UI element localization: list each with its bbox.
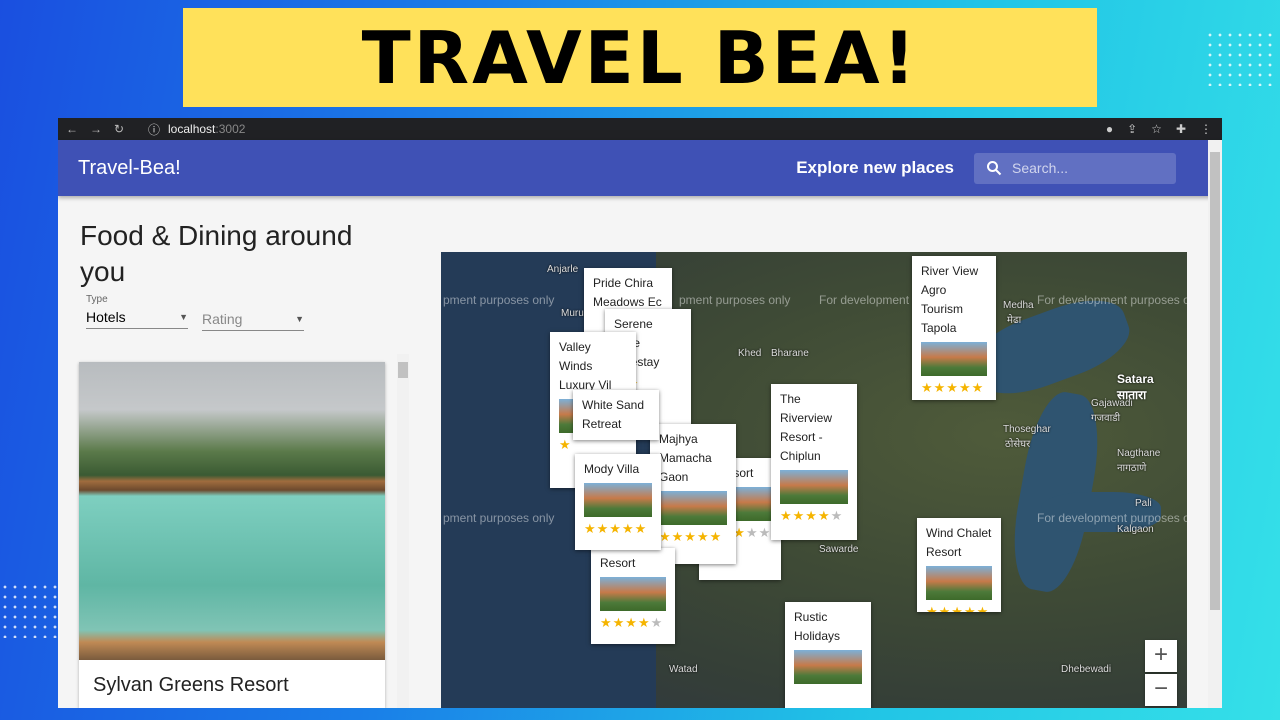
map-label: Satara — [1117, 372, 1154, 386]
map-label: Anjarle — [547, 264, 579, 275]
banner-title: TRAVEL BEA! — [361, 15, 919, 100]
decor-dots-top-right — [1205, 30, 1275, 86]
place-photo — [79, 362, 385, 660]
search-icon — [987, 161, 1002, 176]
place-marker-name: Rustic Holidays — [794, 610, 841, 643]
place-marker-name: Majhya Mamacha Gaon — [659, 432, 712, 484]
reload-icon[interactable]: ↻ — [114, 122, 124, 136]
rating-stars: ★★★★★ — [659, 529, 723, 544]
forward-icon[interactable]: → — [90, 122, 102, 136]
rating-stars: ★★★★★ — [584, 521, 648, 536]
place-marker-name: White Sand Retreat — [582, 398, 645, 431]
map-label: ठोसेघर — [1005, 439, 1031, 450]
map-watermark: pment purposes only — [443, 293, 555, 307]
map-label: Watad — [669, 664, 698, 675]
zoom-out-button[interactable]: − — [1145, 674, 1177, 706]
place-marker[interactable]: Wind Chalet Resort ★★★★★ — [917, 518, 1001, 612]
extensions-icon[interactable]: ✚ — [1176, 122, 1186, 136]
explore-heading: Explore new places — [796, 158, 954, 177]
place-marker[interactable]: The Riverview Resort - Chiplun ★★★★★ — [771, 384, 857, 540]
place-photo — [794, 650, 862, 684]
type-select[interactable]: Type Hotels ▼ — [86, 294, 188, 329]
place-marker-name: The Riverview Resort - Chiplun — [780, 392, 833, 463]
type-value: Hotels — [86, 308, 126, 325]
type-label: Type — [86, 294, 108, 305]
zoom-in-button[interactable]: + — [1145, 640, 1177, 672]
bookmark-star-icon[interactable]: ☆ — [1151, 122, 1162, 136]
map-label: नागठाणे — [1117, 463, 1147, 474]
url-host: localhost — [168, 122, 216, 136]
map-label: Khed — [738, 348, 762, 359]
place-photo — [584, 483, 652, 517]
map-label: मेढा — [1007, 315, 1022, 326]
place-marker[interactable]: White Sand Retreat — [573, 390, 659, 440]
map-watermark: For development purposes only — [1037, 293, 1187, 307]
map-label: Bharane — [771, 348, 809, 359]
map-label: Thoseghar — [1003, 424, 1051, 435]
map-watermark: For development purposes only — [1037, 511, 1187, 525]
rating-placeholder: Rating — [202, 310, 243, 327]
browser-window: ← → ↻ ⓘ localhost:3002 ● ⇪ ☆ ✚ ⋮ Travel-… — [58, 118, 1222, 708]
place-marker-name: Resort — [600, 556, 636, 570]
url-port: :3002 — [215, 122, 246, 136]
map-label: Nagthane — [1117, 448, 1161, 459]
place-marker[interactable]: River View Agro Tourism Tapola ★★★★★ — [912, 256, 996, 400]
browser-toolbar: ← → ↻ ⓘ localhost:3002 ● ⇪ ☆ ✚ ⋮ — [58, 118, 1222, 140]
map-watermark: pment purposes only — [443, 511, 555, 525]
map-label: Kalgaon — [1117, 524, 1154, 535]
place-photo — [780, 470, 848, 504]
place-card[interactable]: Sylvan Greens Resort — [79, 362, 385, 708]
place-marker-name: Wind Chalet Resort — [926, 526, 992, 559]
share-icon[interactable]: ⇪ — [1127, 122, 1137, 136]
rating-stars: ★★★★★ — [780, 508, 844, 523]
place-marker[interactable]: Resort ★★★★★ — [591, 548, 675, 644]
dropdown-arrow-icon: ▼ — [295, 313, 304, 324]
place-photo — [921, 342, 987, 376]
rating-select[interactable]: Rating ▼ — [202, 307, 304, 331]
info-icon[interactable]: ⓘ — [148, 121, 160, 138]
rating-stars: ★★★★★ — [926, 604, 990, 612]
title-banner: TRAVEL BEA! — [183, 8, 1097, 107]
place-marker-name: Mody Villa — [584, 462, 640, 476]
app-header: Travel-Bea! Explore new places — [58, 140, 1222, 196]
map-view[interactable]: pment purposes only pment purposes only … — [441, 252, 1187, 708]
list-scrollbar[interactable] — [397, 354, 409, 708]
rating-stars: ★★★★★ — [921, 380, 985, 395]
place-photo — [926, 566, 992, 600]
page-title: Food & Dining around you — [80, 220, 353, 287]
place-name: Sylvan Greens Resort — [93, 674, 289, 696]
menu-kebab-icon[interactable]: ⋮ — [1200, 122, 1212, 136]
map-label: Gajawadi — [1091, 398, 1133, 409]
place-photo — [600, 577, 666, 611]
place-marker[interactable]: Majhya Mamacha Gaon ★★★★★ — [650, 424, 736, 564]
map-label: Dhebewadi — [1061, 664, 1112, 675]
map-label: Medha — [1003, 300, 1034, 311]
rating-stars: ★★★★★ — [600, 615, 664, 630]
app-brand[interactable]: Travel-Bea! — [78, 157, 181, 180]
back-icon[interactable]: ← — [66, 122, 78, 136]
place-marker[interactable]: Mody Villa ★★★★★ — [575, 454, 661, 550]
places-panel: Food & Dining around you Type Hotels ▼ Ra… — [58, 196, 418, 708]
location-icon[interactable]: ● — [1106, 122, 1113, 136]
map-label: Sawarde — [819, 544, 859, 555]
map-watermark: pment purposes only — [679, 293, 791, 307]
dropdown-arrow-icon: ▼ — [179, 311, 188, 322]
place-photo — [659, 491, 727, 525]
place-marker[interactable]: Rustic Holidays — [785, 602, 871, 708]
search-box[interactable] — [974, 152, 1176, 184]
page-scrollbar[interactable] — [1208, 140, 1222, 708]
map-label: Pali — [1135, 498, 1152, 509]
address-bar[interactable]: ⓘ localhost:3002 — [148, 121, 245, 138]
place-marker-name: Pride Chira Meadows Ec — [593, 276, 662, 309]
place-marker-name: River View Agro Tourism Tapola — [921, 264, 979, 335]
place-marker-name: Valley Winds Luxury Vil — [559, 340, 612, 392]
map-label: गजवाडी — [1091, 413, 1121, 424]
search-input[interactable] — [1012, 160, 1162, 176]
